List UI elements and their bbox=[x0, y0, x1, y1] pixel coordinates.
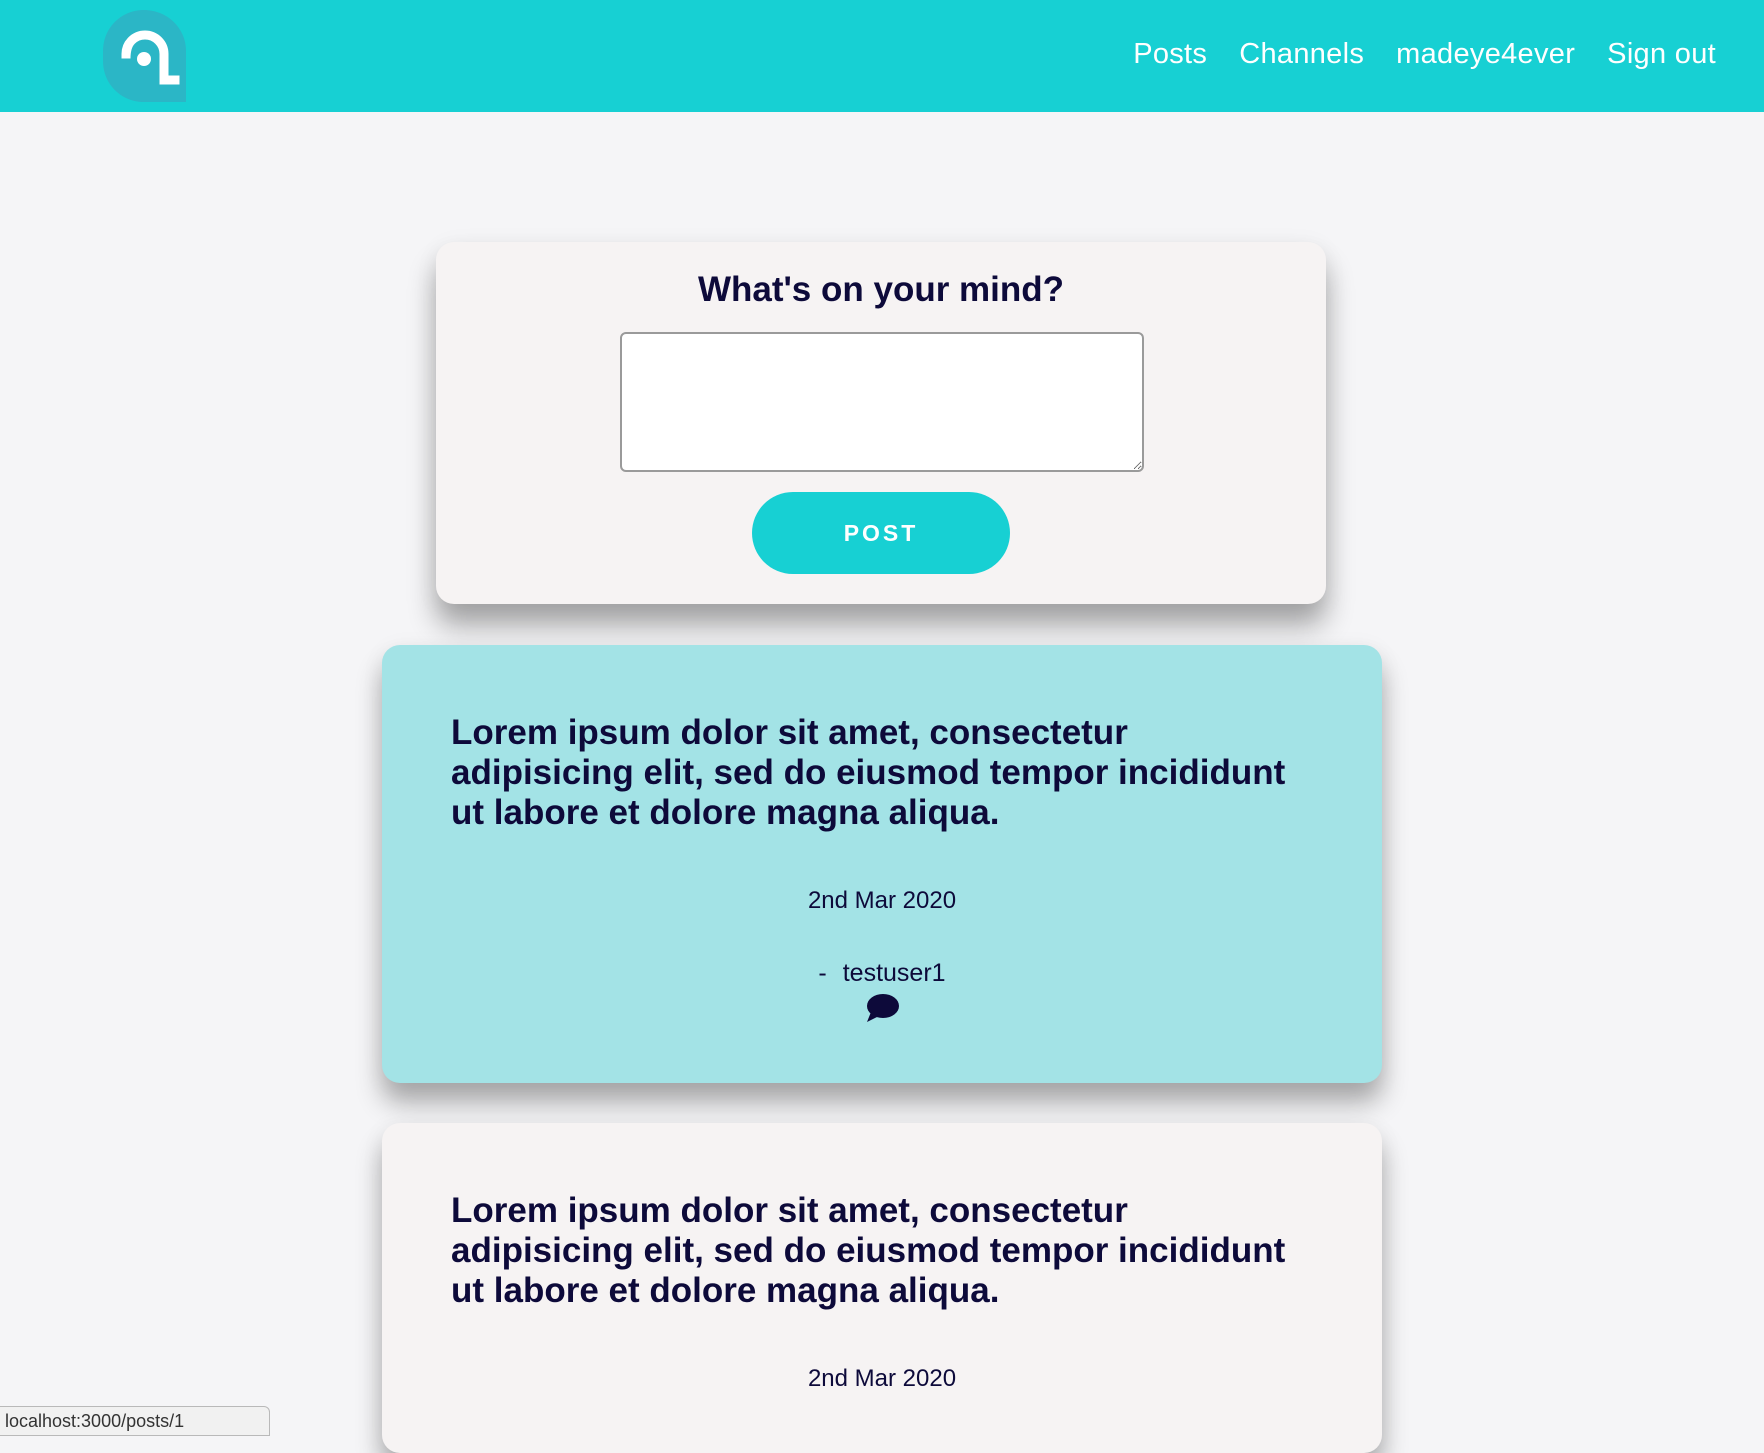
post-button[interactable]: POST bbox=[752, 492, 1010, 574]
author-dash: - bbox=[818, 959, 827, 987]
nav-link-profile[interactable]: madeye4ever bbox=[1396, 38, 1575, 71]
author-username[interactable]: testuser1 bbox=[843, 959, 946, 987]
nav-link-channels[interactable]: Channels bbox=[1239, 38, 1364, 71]
top-navbar: Posts Channels madeye4ever Sign out bbox=[0, 0, 1764, 112]
post-date: 2nd Mar 2020 bbox=[807, 887, 957, 914]
post-text: Lorem ipsum dolor sit amet, consectetur … bbox=[451, 713, 1286, 832]
app-logo[interactable] bbox=[103, 10, 186, 102]
post-text: Lorem ipsum dolor sit amet, consectetur … bbox=[451, 1191, 1286, 1310]
nav-link-sign-out[interactable]: Sign out bbox=[1607, 38, 1716, 71]
composer-title: What's on your mind? bbox=[697, 270, 1065, 309]
post-text-input[interactable] bbox=[620, 332, 1144, 472]
post-date: 2nd Mar 2020 bbox=[807, 1365, 957, 1392]
nav-links: Posts Channels madeye4ever Sign out bbox=[1133, 38, 1716, 71]
post-card[interactable]: Lorem ipsum dolor sit amet, consectetur … bbox=[382, 645, 1382, 1083]
post-card[interactable]: Lorem ipsum dolor sit amet, consectetur … bbox=[382, 1123, 1382, 1453]
new-post-form: What's on your mind? POST bbox=[436, 242, 1326, 604]
link-status-bar: localhost:3000/posts/1 bbox=[0, 1406, 270, 1436]
comment-icon[interactable] bbox=[865, 993, 899, 1023]
post-author: - testuser1 bbox=[382, 959, 1382, 988]
nav-link-posts[interactable]: Posts bbox=[1133, 38, 1207, 71]
